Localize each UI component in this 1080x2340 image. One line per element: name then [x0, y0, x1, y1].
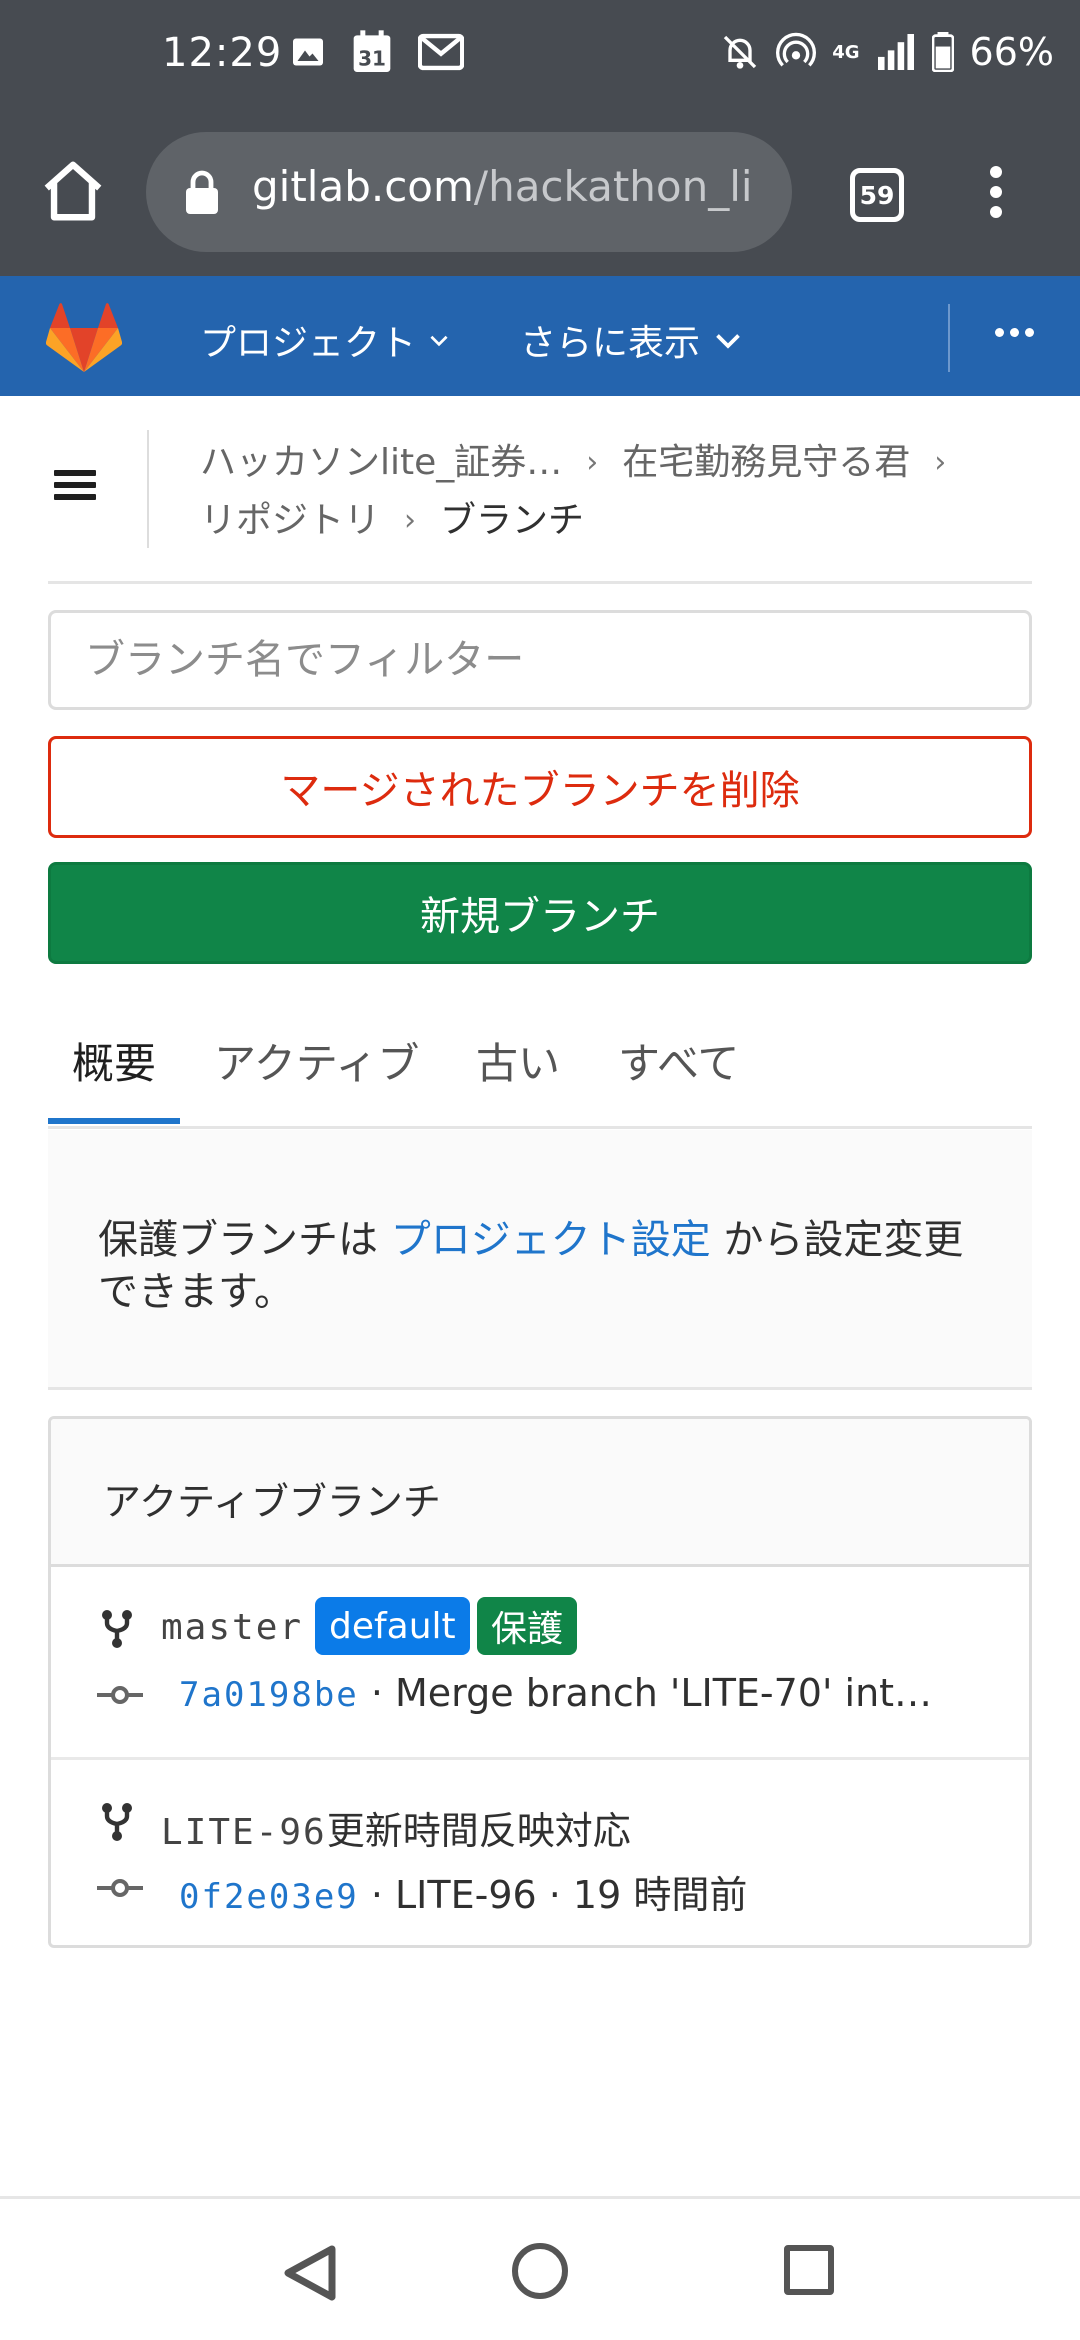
projects-label: プロジェクト [200, 323, 417, 364]
commit-text: · Merge branch 'LITE-70' int… [358, 1671, 933, 1715]
breadcrumb: ハッカソンlite_証券… › 在宅勤務見守る君 › リポジトリ › ブランチ [200, 434, 1020, 550]
home-icon[interactable] [38, 156, 108, 226]
card-title: アクティブブランチ [103, 1480, 441, 1524]
commit-sha-link[interactable]: 7a0198be [179, 1675, 359, 1715]
tab-switcher-button[interactable]: 59 [850, 168, 904, 222]
battery-icon [931, 32, 954, 72]
browser-menu-icon[interactable] [976, 166, 1016, 226]
more-label: さらに表示 [520, 323, 701, 364]
battery-percent: 66% [969, 30, 1054, 74]
chevron-right-icon: › [404, 503, 417, 538]
new-branch-button[interactable]: 新規ブランチ [48, 862, 1032, 964]
header-more-icon[interactable] [995, 328, 1034, 337]
branch-filter-input[interactable] [48, 610, 1032, 710]
protected-badge: 保護 [477, 1597, 578, 1655]
branch-icon [102, 1610, 132, 1648]
breadcrumb-repository[interactable]: リポジトリ [200, 492, 380, 550]
status-bar: 12:29 31 4G 66% [0, 0, 1080, 110]
branch-tabs: 概要 アクティブ 古い すべて [48, 1010, 1032, 1130]
branch-name-link[interactable]: master [161, 1607, 303, 1648]
image-icon [293, 38, 323, 66]
gitlab-header: プロジェクト さらに表示 [0, 276, 1080, 396]
tab-all[interactable]: すべて [618, 1030, 739, 1091]
signal-icon [877, 34, 914, 70]
branch-row: master default 保護 7a0198be · Merge branc… [51, 1567, 1029, 1757]
chevron-down-icon [430, 335, 448, 347]
gitlab-logo-icon[interactable] [46, 302, 122, 372]
commit-icon [97, 1879, 143, 1897]
breadcrumb-current[interactable]: ブランチ [440, 492, 584, 550]
status-time: 12:29 [162, 30, 283, 76]
project-settings-link[interactable]: プロジェクト設定 [391, 1217, 711, 1263]
system-nav-bar [0, 2196, 1080, 2340]
tab-overview[interactable]: 概要 [72, 1030, 156, 1091]
url-host: gitlab.com [252, 162, 474, 211]
notification-icons: 31 [290, 30, 464, 74]
branch-icon [102, 1803, 132, 1841]
system-icons: 4G 66% [720, 30, 1054, 74]
lock-icon [186, 170, 218, 214]
tab-active[interactable]: アクティブ [214, 1030, 419, 1091]
branch-row: LITE-96更新時間反映対応 0f2e03e9 · LITE-96 · 19 … [51, 1757, 1029, 1945]
tab-stale[interactable]: 古い [476, 1030, 560, 1091]
breadcrumb-rule [48, 581, 1032, 584]
projects-menu[interactable]: プロジェクト [200, 314, 452, 366]
address-bar[interactable]: gitlab.com/hackathon_li [146, 132, 792, 252]
commit-text: · LITE-96 · 19 時間前 [358, 1873, 748, 1917]
calendar-icon: 31 [353, 30, 391, 72]
info-text: 保護ブランチは プロジェクト設定 から設定変更できます。 [98, 1214, 998, 1318]
home-nav-icon[interactable] [512, 2243, 568, 2299]
chevron-right-icon: › [934, 445, 947, 480]
breadcrumb-project[interactable]: 在宅勤務見守る君 [622, 434, 910, 492]
chevron-down-icon [716, 334, 740, 349]
branch-suffix: 更新時間反映対応 [326, 1809, 631, 1853]
more-menu[interactable]: さらに表示 [520, 314, 746, 366]
calendar-day: 31 [358, 46, 386, 70]
delete-merged-branches-button[interactable]: マージされたブランチを削除 [48, 736, 1032, 838]
default-badge: default [315, 1597, 470, 1655]
browser-toolbar: gitlab.com/hackathon_li 59 [0, 110, 1080, 276]
commit-icon [97, 1686, 143, 1704]
hotspot-icon [776, 32, 817, 67]
breadcrumb-group[interactable]: ハッカソンlite_証券… [200, 434, 562, 492]
recents-icon[interactable] [784, 2245, 834, 2295]
info-prefix: 保護ブランチは [98, 1217, 391, 1263]
branch-name-link[interactable]: LITE-96更新時間反映対応 [161, 1800, 631, 1855]
chevron-right-icon: › [586, 445, 599, 480]
mute-bell-icon [724, 35, 757, 69]
commit-sha-link[interactable]: 0f2e03e9 [179, 1877, 359, 1917]
url-text: gitlab.com/hackathon_li [252, 162, 753, 211]
active-branches-card: アクティブブランチ master default 保護 7a0198be · M… [48, 1416, 1032, 1948]
tabs-rule [48, 1126, 1032, 1129]
back-icon[interactable] [280, 2243, 344, 2303]
network-type-label: 4G [832, 41, 860, 63]
branch-code: LITE-96 [161, 1812, 327, 1853]
card-header: アクティブブランチ [51, 1419, 1029, 1567]
gmail-icon [418, 33, 464, 71]
commit-info: 7a0198be · Merge branch 'LITE-70' int… [179, 1671, 1019, 1715]
protected-branch-info: 保護ブランチは プロジェクト設定 から設定変更できます。 [48, 1130, 1032, 1390]
url-path: /hackathon_li [473, 162, 753, 211]
commit-info: 0f2e03e9 · LITE-96 · 19 時間前 [179, 1864, 1019, 1919]
sidebar-toggle-icon[interactable] [54, 470, 96, 502]
active-tab-indicator [48, 1118, 180, 1124]
header-divider [948, 304, 950, 372]
breadcrumb-divider [147, 430, 149, 548]
